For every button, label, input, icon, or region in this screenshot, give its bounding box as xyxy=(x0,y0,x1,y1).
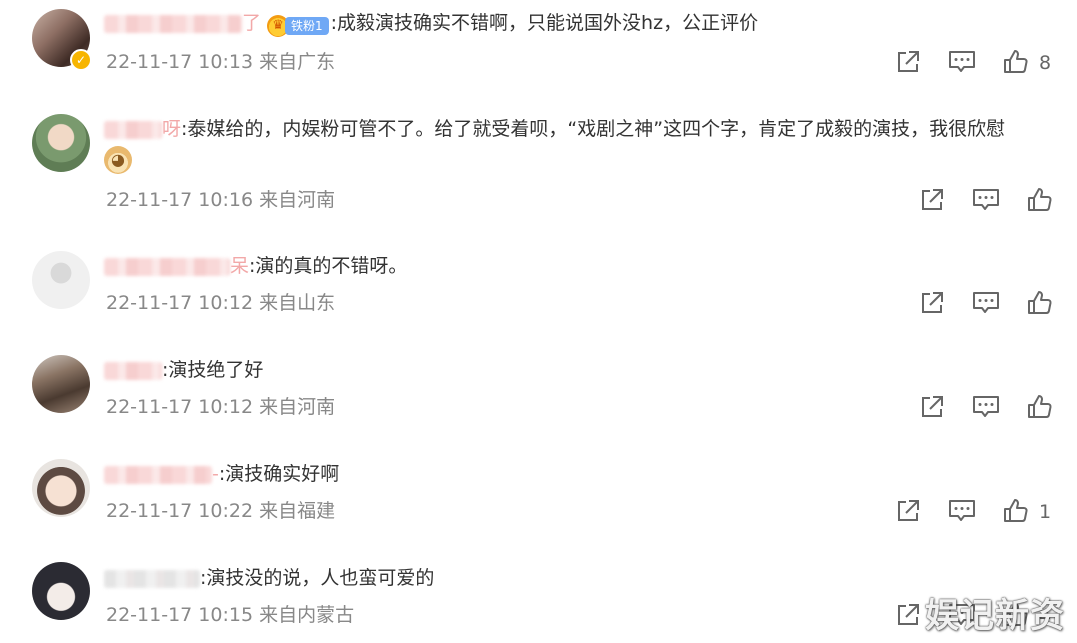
avatar[interactable] xyxy=(32,114,90,172)
share-button[interactable] xyxy=(895,49,921,77)
doge-emoji-icon: ◕ xyxy=(104,146,132,174)
username-tail[interactable]: 呆 xyxy=(230,255,249,277)
comment-text: :泰媒给的，内娱粉可管不了。给了就受着呗，“戏剧之神”这四个字，肯定了成毅的演技… xyxy=(181,118,1006,140)
like-button[interactable] xyxy=(1027,187,1053,215)
like-button[interactable] xyxy=(1003,49,1029,77)
share-button[interactable] xyxy=(895,602,921,630)
comment-text: :演的真的不错呀。 xyxy=(249,255,408,277)
comment-location: 来自广东 xyxy=(259,51,336,73)
comment-date: 22-11-17 10:15 xyxy=(106,604,254,626)
avatar[interactable] xyxy=(32,355,90,413)
comment-meta: 22-11-17 10:12 来自河南 xyxy=(106,395,335,419)
username-blurred[interactable] xyxy=(104,465,212,484)
comment-icon xyxy=(973,292,999,313)
comment-location: 来自内蒙古 xyxy=(259,604,355,626)
comment-meta: 22-11-17 10:16 来自河南 xyxy=(106,188,335,212)
username-blurred[interactable] xyxy=(104,14,242,33)
comment-text-line: 了 ♛ 铁粉1:成毅演技确实不错啊，只能说国外没hz，公正评价 xyxy=(104,10,759,37)
share-button[interactable] xyxy=(919,187,945,215)
comment-meta: 22-11-17 10:15 来自内蒙古 xyxy=(106,603,354,627)
comment-icon xyxy=(949,51,975,72)
fan-badge-label: 铁粉1 xyxy=(285,17,329,35)
like-button[interactable] xyxy=(1027,290,1053,318)
share-icon xyxy=(922,292,943,313)
comment-date: 22-11-17 10:12 xyxy=(106,396,254,418)
watermark-text: 娱记新资 xyxy=(925,596,1065,636)
thumbs-up-icon xyxy=(1004,499,1028,522)
comment-icon xyxy=(973,396,999,417)
comment-meta: 22-11-17 10:13 来自广东 xyxy=(106,50,335,74)
comment-text-line: -:演技确实好啊 xyxy=(104,461,339,487)
comment-date: 22-11-17 10:16 xyxy=(106,189,254,211)
fan-badge[interactable]: ♛ 铁粉1 xyxy=(267,13,329,37)
comment-date: 22-11-17 10:22 xyxy=(106,500,254,522)
comment-date: 22-11-17 10:13 xyxy=(106,51,254,73)
comment-text: :演技确实好啊 xyxy=(218,463,340,485)
comment-meta: 22-11-17 10:12 来自山东 xyxy=(106,291,335,315)
share-icon xyxy=(898,51,919,72)
comment-icon xyxy=(949,500,975,521)
username-tail[interactable]: 呀 xyxy=(162,118,181,140)
comment-text-line: 呆:演的真的不错呀。 xyxy=(104,253,407,279)
like-count: 1 xyxy=(1039,501,1052,523)
avatar[interactable] xyxy=(32,562,90,620)
avatar[interactable] xyxy=(32,251,90,309)
comment-location: 来自山东 xyxy=(259,292,336,314)
comment-text-line: :演技没的说，人也蛮可爱的 xyxy=(104,565,434,591)
comment-text-line: 呀:泰媒给的，内娱粉可管不了。给了就受着呗，“戏剧之神”这四个字，肯定了成毅的演… xyxy=(104,116,1005,142)
thumbs-up-icon xyxy=(1028,291,1052,314)
share-button[interactable] xyxy=(919,290,945,318)
username-blurred[interactable] xyxy=(104,120,162,139)
avatar[interactable] xyxy=(32,459,90,517)
comment-text: :演技绝了好 xyxy=(162,359,264,381)
username-tail[interactable]: - xyxy=(212,463,219,485)
comment-button[interactable] xyxy=(948,49,976,77)
thumbs-up-icon xyxy=(1028,395,1052,418)
comment-date: 22-11-17 10:12 xyxy=(106,292,254,314)
comment-location: 来自河南 xyxy=(259,396,336,418)
comment-icon xyxy=(973,189,999,210)
share-icon xyxy=(898,604,919,625)
share-icon xyxy=(898,500,919,521)
comment-meta: 22-11-17 10:22 来自福建 xyxy=(106,499,335,523)
emoji-line: ◕ xyxy=(104,146,132,174)
share-icon xyxy=(922,189,943,210)
username-blurred[interactable] xyxy=(104,361,162,380)
share-button[interactable] xyxy=(919,394,945,422)
comment-button[interactable] xyxy=(948,498,976,526)
comment-location: 来自福建 xyxy=(259,500,336,522)
thumbs-up-icon xyxy=(1004,50,1028,73)
username-blurred[interactable] xyxy=(104,257,230,276)
like-count: 8 xyxy=(1039,52,1052,74)
comment-text-line: :演技绝了好 xyxy=(104,357,263,383)
thumbs-up-icon xyxy=(1028,188,1052,211)
username-blurred[interactable] xyxy=(104,569,200,588)
username-tail[interactable]: 了 xyxy=(242,12,261,34)
like-button[interactable] xyxy=(1003,498,1029,526)
share-button[interactable] xyxy=(895,498,921,526)
comment-button[interactable] xyxy=(972,394,1000,422)
comment-button[interactable] xyxy=(972,290,1000,318)
comment-button[interactable] xyxy=(972,187,1000,215)
comment-text: :成毅演技确实不错啊，只能说国外没hz，公正评价 xyxy=(330,12,759,34)
verified-icon: ✓ xyxy=(70,49,92,71)
comment-location: 来自河南 xyxy=(259,189,336,211)
like-button[interactable] xyxy=(1027,394,1053,422)
comment-text: :演技没的说，人也蛮可爱的 xyxy=(200,567,435,589)
share-icon xyxy=(922,396,943,417)
